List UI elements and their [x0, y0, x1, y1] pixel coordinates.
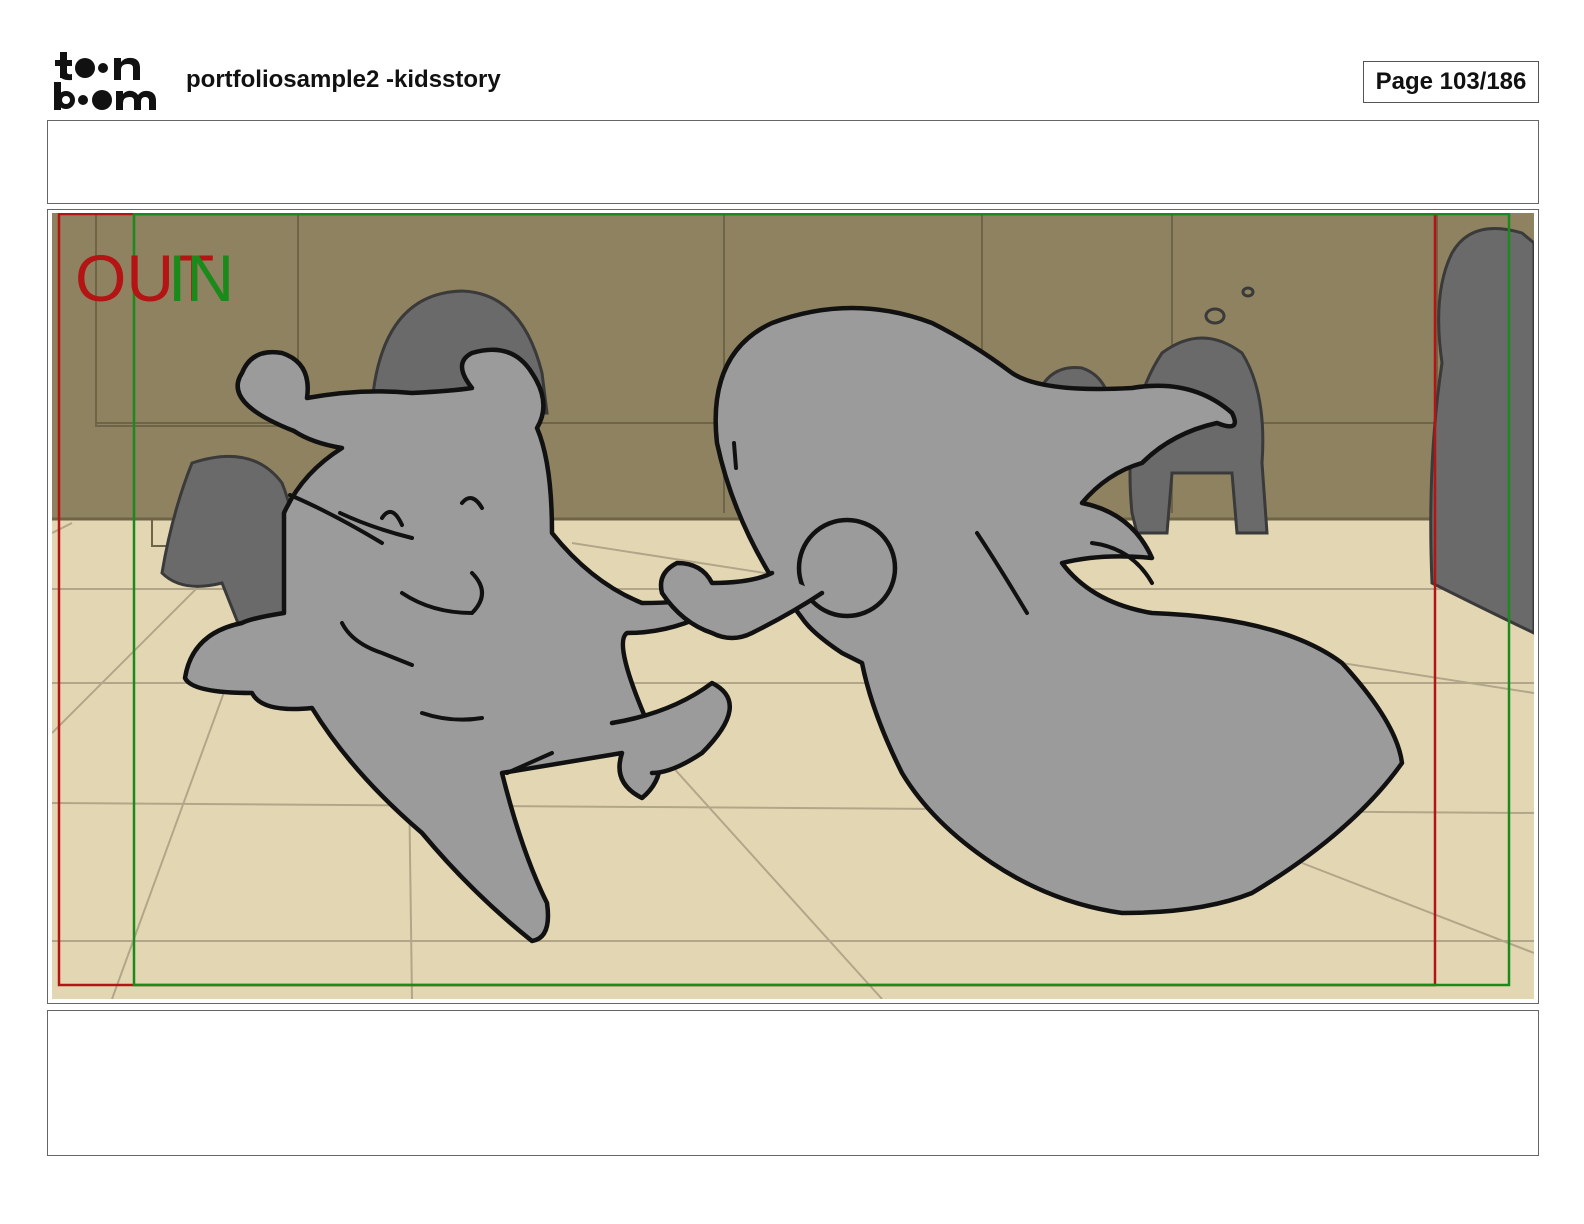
page-number: Page 103/186 — [1363, 61, 1539, 103]
storyboard-panel-image — [52, 213, 1534, 999]
out-in-labels: OUT IN — [75, 243, 234, 313]
in-label: IN — [168, 243, 234, 313]
notes-bottom-box — [47, 1010, 1539, 1156]
notes-top-box — [47, 120, 1539, 204]
document-title: portfoliosample2 -kidsstory — [186, 66, 501, 93]
toon-boom-logo — [54, 52, 156, 110]
